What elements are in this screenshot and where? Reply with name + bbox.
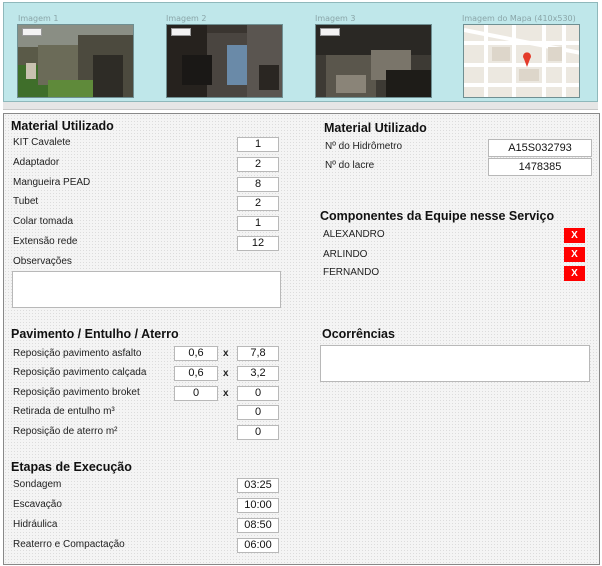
pavimento-width-input[interactable]: 0,6 [174,346,218,361]
hidrometro-input[interactable]: A15S032793 [488,139,592,157]
pavimento-length-input[interactable]: 3,2 [237,366,279,381]
material-label: Extensão rede [13,236,78,247]
photo-1-stamp [22,28,42,36]
ocorrencias-textarea[interactable] [320,345,590,382]
material-label: Mangueira PEAD [13,177,91,188]
lacre-input[interactable]: 1478385 [488,158,592,176]
photo-3-stamp [320,28,340,36]
image-3-label: Imagem 3 [315,14,356,23]
etapa-label: Hidráulica [13,519,58,530]
etapa-time-input[interactable]: 08:50 [237,518,279,533]
equipe-member: ALEXANDRO [323,229,385,240]
observacoes-label: Observações [13,256,72,267]
pavimento-label: Reposição pavimento broket [13,387,140,398]
etapa-label: Sondagem [13,479,62,490]
etapa-time-input[interactable]: 10:00 [237,498,279,513]
equipe-member: ARLINDO [323,249,368,260]
remove-member-button[interactable]: X [564,247,585,262]
material-title: Material Utilizado [11,119,114,133]
material-qty-input[interactable]: 2 [237,196,279,211]
multiply-sign: x [223,368,229,379]
hidrometro-label: Nº do Hidrômetro [325,141,403,152]
photo-2-thumbnail[interactable] [166,24,283,98]
entulho-label: Retirada de entulho m³ [13,406,115,417]
pavimento-width-input[interactable]: 0,6 [174,366,218,381]
material-label: Adaptador [13,157,60,168]
etapa-label: Reaterro e Compactação [13,539,125,550]
pavimento-length-input[interactable]: 7,8 [237,346,279,361]
material-qty-input[interactable]: 1 [237,216,279,231]
remove-member-button[interactable]: X [564,228,585,243]
pavimento-length-input[interactable]: 0 [237,386,279,401]
ocorrencias-title: Ocorrências [322,327,395,341]
material-qty-input[interactable]: 2 [237,157,279,172]
lacre-label: Nº do lacre [325,160,375,171]
material-label: KIT Cavalete [13,137,71,148]
etapas-title: Etapas de Execução [11,460,132,474]
observacoes-textarea[interactable] [12,271,281,308]
material-right-title: Material Utilizado [324,121,427,135]
strip-separator [3,102,598,110]
material-label: Colar tomada [13,216,74,227]
image-strip: Imagem 1 Imagem 2 Imagem 3 Imagem do Map… [3,2,598,102]
aterro-label: Reposição de aterro m² [13,426,118,437]
remove-member-button[interactable]: X [564,266,585,281]
pavimento-label: Reposição pavimento asfalto [13,348,142,359]
multiply-sign: x [223,348,229,359]
etapa-time-input[interactable]: 03:25 [237,478,279,493]
pavimento-width-input[interactable]: 0 [174,386,218,401]
photo-2-stamp [171,28,191,36]
equipe-member: FERNANDO [323,267,380,278]
pavimento-label: Reposição pavimento calçada [13,367,147,378]
equipe-title: Componentes da Equipe nesse Serviço [320,209,555,223]
map-thumbnail[interactable] [463,24,580,98]
photo-1-thumbnail[interactable] [17,24,134,98]
material-qty-input[interactable]: 1 [237,137,279,152]
photo-3-thumbnail[interactable] [315,24,432,98]
material-label: Tubet [13,196,39,207]
etapa-time-input[interactable]: 06:00 [237,538,279,553]
material-qty-input[interactable]: 8 [237,177,279,192]
map-image-label: Imagem do Mapa (410x530) [462,14,576,23]
material-qty-input[interactable]: 12 [237,236,279,251]
aterro-input[interactable]: 0 [237,425,279,440]
multiply-sign: x [223,388,229,399]
etapa-label: Escavação [13,499,62,510]
image-1-label: Imagem 1 [18,14,59,23]
pavimento-title: Pavimento / Entulho / Aterro [11,327,179,341]
image-2-label: Imagem 2 [166,14,207,23]
entulho-input[interactable]: 0 [237,405,279,420]
